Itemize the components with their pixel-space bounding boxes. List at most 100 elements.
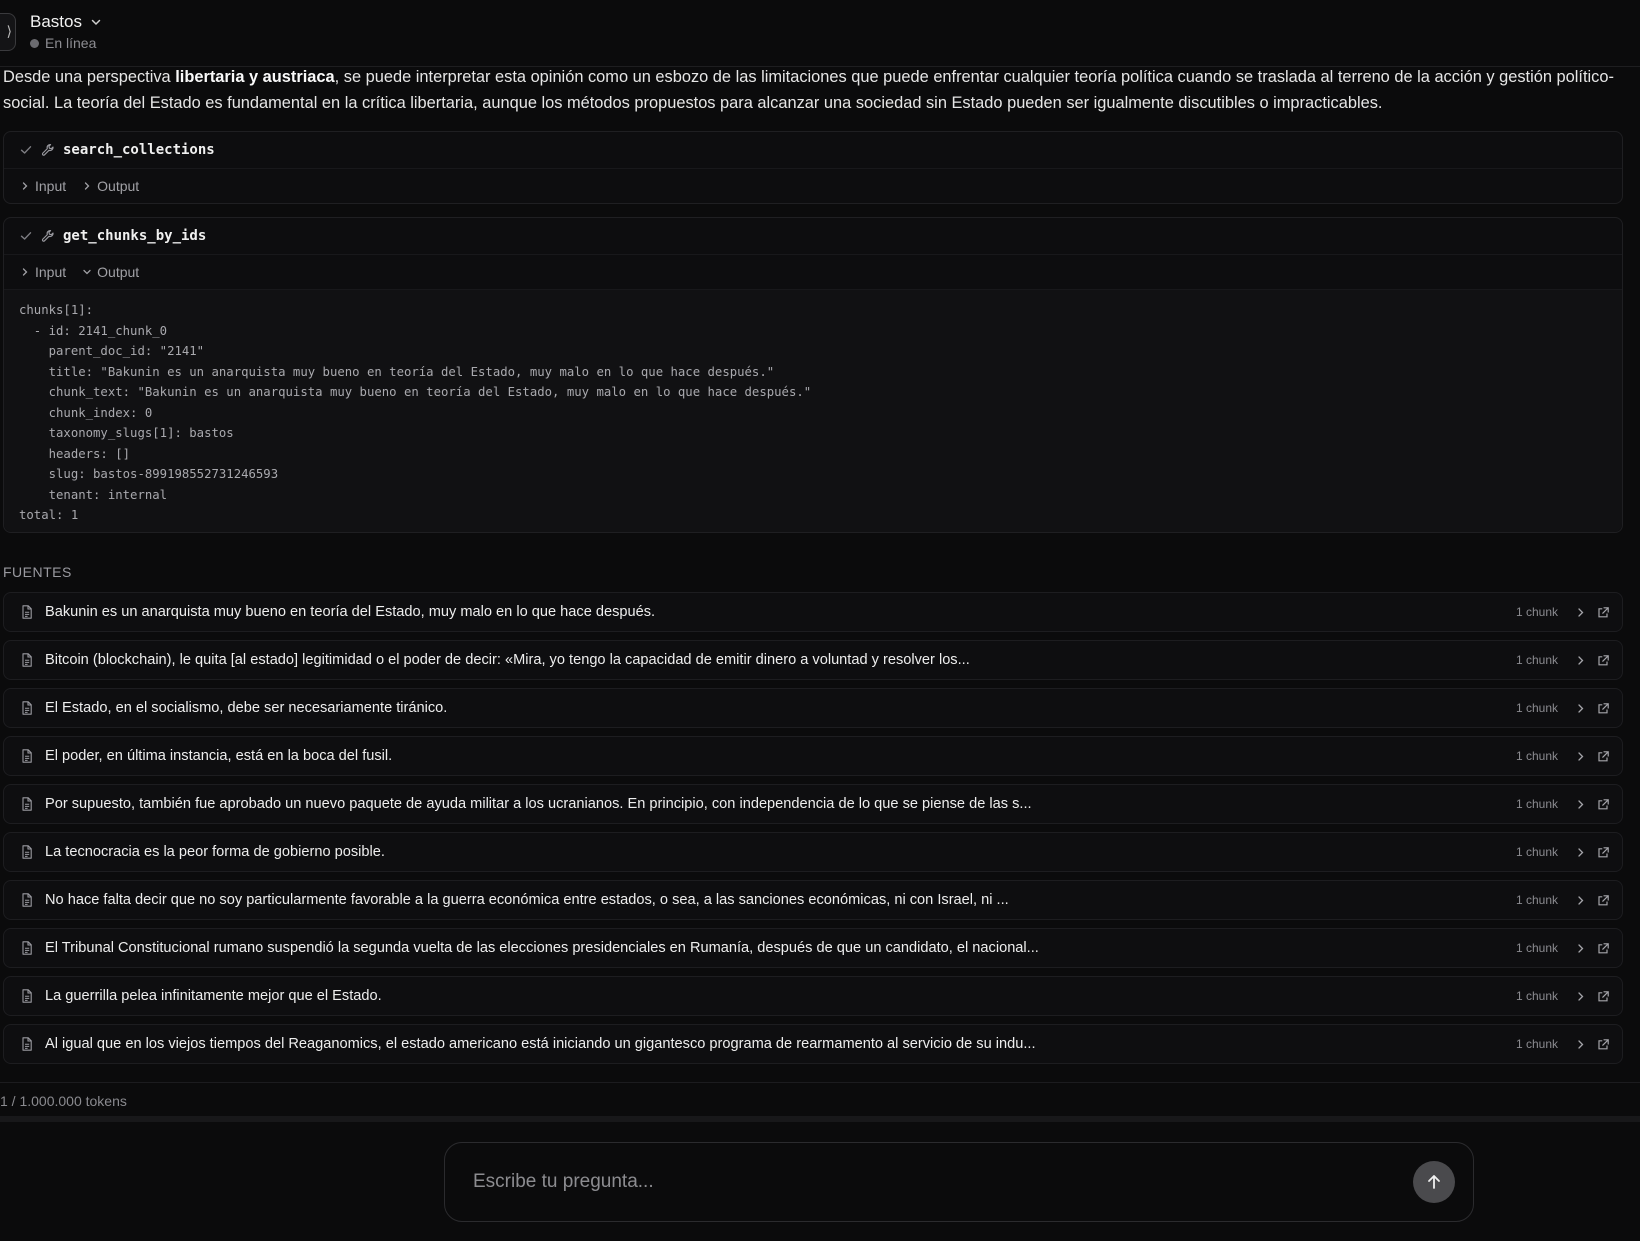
external-link-icon[interactable] [1597, 798, 1610, 811]
chevron-right-icon[interactable] [1574, 942, 1587, 955]
source-item[interactable]: Bakunin es un anarquista muy bueno en te… [3, 592, 1623, 632]
source-item[interactable]: Al igual que en los viejos tiempos del R… [3, 1024, 1623, 1064]
document-icon [22, 989, 32, 1003]
tool-name: search_collections [63, 142, 215, 158]
sources-list: Bakunin es un anarquista muy bueno en te… [3, 592, 1623, 1072]
source-title: El Tribunal Constitucional rumano suspen… [45, 940, 1039, 956]
source-title: El Estado, en el socialismo, debe ser ne… [45, 700, 448, 716]
source-chunk-count: 1 chunk [1515, 605, 1558, 619]
source-actions: 1 chunk [1516, 689, 1610, 727]
source-item[interactable]: Por supuesto, también fue aprobado un nu… [3, 784, 1623, 824]
question-input[interactable] [471, 1165, 1375, 1199]
source-title: No hace falta decir que no soy particula… [45, 892, 1009, 908]
tab-output-label: Output [97, 178, 140, 194]
external-link-icon[interactable] [1597, 750, 1610, 763]
document-icon [22, 845, 32, 859]
source-chunk-count: 1 chunk [1515, 989, 1558, 1003]
source-chunk-count: 1 chunk [1515, 1037, 1558, 1051]
chevron-right-icon[interactable] [1574, 1038, 1587, 1051]
message-text-start: Desde una perspectiva [3, 68, 176, 86]
external-link-icon[interactable] [1597, 702, 1610, 715]
chevron-right-icon[interactable] [1574, 798, 1587, 811]
document-icon [22, 749, 32, 763]
tool-call-search-collections: search_collections Input Output [3, 131, 1623, 204]
chevron-right-icon[interactable] [1574, 702, 1587, 715]
tool-name: get_chunks_by_ids [63, 228, 207, 244]
sources-heading: FUENTES [3, 564, 72, 580]
source-item[interactable]: El Tribunal Constitucional rumano suspen… [3, 928, 1623, 968]
chevron-right-icon[interactable] [1574, 990, 1587, 1003]
tool-output-text: chunks[1]: - id: 2141_chunk_0 parent_doc… [19, 303, 812, 522]
assistant-selector[interactable]: Bastos [30, 12, 102, 32]
external-link-icon[interactable] [1597, 990, 1610, 1003]
source-actions: 1 chunk [1516, 929, 1610, 967]
message-text-bold: libertaria y austriaca [175, 68, 335, 86]
chevron-right-icon[interactable] [1574, 654, 1587, 667]
source-item[interactable]: El poder, en última instancia, está en l… [3, 736, 1623, 776]
source-item[interactable]: La tecnocracia es la peor forma de gobie… [3, 832, 1623, 872]
source-chunk-count: 1 chunk [1515, 701, 1558, 715]
tab-output[interactable]: Output [82, 178, 139, 194]
send-button[interactable] [1413, 1161, 1455, 1203]
external-link-icon[interactable] [1597, 1038, 1610, 1051]
chevron-right-icon[interactable] [1574, 846, 1587, 859]
tab-output[interactable]: Output [82, 264, 139, 280]
source-chunk-count: 1 chunk [1515, 941, 1558, 955]
divider [0, 1116, 1640, 1122]
source-title: La guerrilla pelea infinitamente mejor q… [45, 988, 382, 1004]
external-link-icon[interactable] [1597, 894, 1610, 907]
tab-input-label: Input [35, 264, 67, 280]
chevron-right-icon [22, 182, 28, 190]
source-title: Bakunin es un anarquista muy bueno en te… [45, 604, 656, 620]
source-title: Al igual que en los viejos tiempos del R… [45, 1036, 1036, 1052]
source-chunk-count: 1 chunk [1515, 797, 1558, 811]
source-actions: 1 chunk [1516, 737, 1610, 775]
document-icon [22, 941, 32, 955]
external-link-icon[interactable] [1597, 846, 1610, 859]
sidebar-toggle-button[interactable]: ⟩ [0, 13, 16, 51]
status-indicator: En línea [30, 35, 96, 51]
document-icon [22, 701, 32, 715]
status-dot-icon [30, 38, 39, 48]
document-icon [22, 1037, 32, 1051]
tab-input[interactable]: Input [20, 264, 66, 280]
document-icon [22, 893, 32, 907]
assistant-message: Desde una perspectiva libertaria y austr… [3, 64, 1633, 116]
source-chunk-count: 1 chunk [1515, 893, 1558, 907]
tool-tabs: Input Output [4, 168, 1622, 203]
source-item[interactable]: La guerrilla pelea infinitamente mejor q… [3, 976, 1623, 1016]
chevron-right-icon [22, 268, 28, 276]
source-actions: 1 chunk [1516, 593, 1610, 631]
source-item[interactable]: El Estado, en el socialismo, debe ser ne… [3, 688, 1623, 728]
external-link-icon[interactable] [1597, 942, 1610, 955]
external-link-icon[interactable] [1597, 606, 1610, 619]
source-actions: 1 chunk [1516, 641, 1610, 679]
source-title: Bitcoin (blockchain), le quita [al estad… [45, 652, 970, 668]
tool-tabs: Input Output [4, 254, 1622, 289]
source-item[interactable]: No hace falta decir que no soy particula… [3, 880, 1623, 920]
chevron-down-icon [91, 19, 101, 26]
tool-output-code: chunks[1]: - id: 2141_chunk_0 parent_doc… [4, 289, 1622, 532]
tool-call-header: search_collections [4, 132, 1622, 168]
chat-input-box [444, 1142, 1474, 1222]
chevron-right-icon[interactable] [1574, 606, 1587, 619]
check-icon [20, 232, 32, 240]
token-counter: 1 / 1.000.000 tokens [0, 1093, 127, 1109]
source-item[interactable]: Bitcoin (blockchain), le quita [al estad… [3, 640, 1623, 680]
tab-input[interactable]: Input [20, 178, 66, 194]
status-text: En línea [45, 35, 97, 51]
chevron-right-icon [84, 182, 90, 190]
document-icon [22, 797, 32, 811]
external-link-icon[interactable] [1597, 654, 1610, 667]
document-icon [22, 653, 32, 667]
chevron-right-icon[interactable] [1574, 894, 1587, 907]
tab-input-label: Input [35, 178, 67, 194]
tab-output-label: Output [97, 264, 140, 280]
divider [0, 1082, 1640, 1083]
tool-call-header: get_chunks_by_ids [4, 218, 1622, 254]
chevron-right-icon[interactable] [1574, 750, 1587, 763]
source-actions: 1 chunk [1516, 977, 1610, 1015]
source-chunk-count: 1 chunk [1515, 749, 1558, 763]
source-chunk-count: 1 chunk [1515, 845, 1558, 859]
source-actions: 1 chunk [1516, 785, 1610, 823]
